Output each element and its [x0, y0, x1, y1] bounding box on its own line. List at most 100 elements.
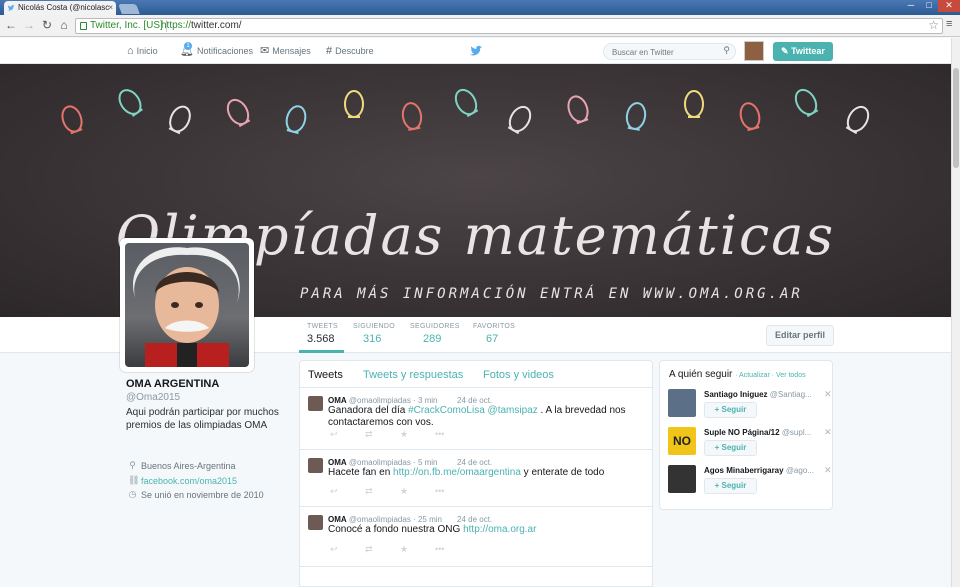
edit-profile-button[interactable]: Editar perfil: [766, 325, 834, 346]
ev-certificate-badge[interactable]: Twitter, Inc. [US]: [78, 20, 167, 32]
active-stat-indicator: [299, 350, 344, 353]
tweet-hashtag-link[interactable]: #CrackComoLisa: [408, 405, 485, 416]
suggested-user-display-name: Santiago Iniguez: [704, 390, 768, 399]
browser-menu-icon[interactable]: ≡: [946, 18, 956, 30]
tweet-item[interactable]: OMA @omaolimpiadas · 25 min 24 de oct. C…: [300, 507, 652, 567]
stat-following[interactable]: SIGUIENDO 316: [353, 323, 395, 345]
stat-tweets[interactable]: TWEETS 3.568: [307, 323, 338, 345]
home-page-icon[interactable]: ⌂: [57, 18, 71, 32]
scrollbar-thumb[interactable]: [953, 68, 959, 168]
url-text[interactable]: https://twitter.com/: [161, 19, 242, 33]
search-input[interactable]: [612, 46, 717, 58]
forward-icon[interactable]: →: [22, 18, 36, 32]
tweet-avatar[interactable]: [308, 515, 323, 530]
hash-icon: #: [326, 45, 333, 57]
account-avatar[interactable]: [744, 41, 764, 61]
reply-icon[interactable]: ↩: [330, 486, 365, 497]
page-scrollbar[interactable]: [951, 38, 960, 587]
tweet-date[interactable]: 24 de oct.: [457, 396, 492, 405]
profile-website[interactable]: ⛓ facebook.com/oma2015: [128, 475, 237, 486]
nav-messages[interactable]: ✉ Mensajes: [260, 38, 311, 64]
profile-handle[interactable]: @Oma2015: [126, 392, 180, 403]
nav-discover-label: Descubre: [335, 46, 374, 56]
tweet-avatar[interactable]: [308, 458, 323, 473]
favorite-star-icon[interactable]: ★: [400, 429, 435, 440]
stat-following-label: SIGUIENDO: [353, 323, 395, 330]
tweet-date[interactable]: 24 de oct.: [457, 515, 492, 524]
twitter-logo-icon[interactable]: [468, 44, 484, 58]
follow-button-label: Seguir: [721, 443, 747, 452]
favorite-star-icon[interactable]: ★: [400, 544, 435, 555]
stat-favorites-label: FAVORITOS: [473, 323, 516, 330]
minimize-icon[interactable]: ─: [902, 0, 920, 12]
stat-followers[interactable]: SEGUIDORES 289: [410, 323, 460, 345]
reply-icon[interactable]: ↩: [330, 544, 365, 555]
reply-icon[interactable]: ↩: [330, 429, 365, 440]
suggested-user-name[interactable]: Santiago Iniguez @Santiag...: [704, 390, 816, 399]
tweet-url-link[interactable]: http://oma.org.ar: [463, 524, 536, 535]
follow-button[interactable]: + Seguir: [704, 402, 757, 418]
address-bar[interactable]: Twitter, Inc. [US] https://twitter.com/ …: [75, 18, 943, 34]
tweet-compose-button[interactable]: ✎ Twittear: [773, 42, 833, 61]
more-icon[interactable]: •••: [435, 544, 470, 555]
twitter-topbar: ⌂ Inicio 🔔︎ Notificaciones 1 ✉ Mensajes …: [0, 38, 960, 64]
browser-tab[interactable]: Nicolás Costa (@nicolasc ×: [4, 1, 116, 15]
suggested-user[interactable]: Santiago Iniguez @Santiag... ✕ + Seguir: [668, 389, 832, 425]
reload-icon[interactable]: ↻: [40, 18, 54, 32]
tweet-avatar[interactable]: [308, 396, 323, 411]
stat-following-value: 316: [363, 333, 382, 345]
tweet-handle-time[interactable]: @omaolimpiadas · 3 min: [349, 396, 438, 405]
profile-avatar[interactable]: [120, 238, 254, 372]
search-icon[interactable]: ⚲: [723, 45, 730, 56]
retweet-icon[interactable]: ⇄: [365, 544, 400, 555]
retweet-icon[interactable]: ⇄: [365, 429, 400, 440]
suggested-user[interactable]: NO Suple NO Página/12 @supl... ✕ + Segui…: [668, 427, 832, 463]
tweet-handle-time[interactable]: @omaolimpiadas · 5 min: [349, 458, 438, 467]
more-icon[interactable]: •••: [435, 429, 470, 440]
profile-website-text[interactable]: facebook.com/oma2015: [141, 476, 237, 486]
nav-notifications[interactable]: 🔔︎ Notificaciones: [180, 38, 253, 64]
retweet-icon[interactable]: ⇄: [365, 486, 400, 497]
suggested-user-avatar[interactable]: [668, 389, 696, 417]
browser-tab-strip: Nicolás Costa (@nicolasc × ─ □ ✕: [0, 0, 960, 15]
tweet-item[interactable]: OMA @omaolimpiadas · 5 min 24 de oct. Ha…: [300, 450, 652, 507]
suggested-user[interactable]: Agos Minaberrigaray @ago... ✕ + Seguir: [668, 465, 832, 501]
follow-button[interactable]: + Seguir: [704, 478, 757, 494]
dismiss-icon[interactable]: ✕: [824, 427, 832, 438]
tweet-date[interactable]: 24 de oct.: [457, 458, 492, 467]
favorite-star-icon[interactable]: ★: [400, 486, 435, 497]
suggested-user-avatar[interactable]: [668, 465, 696, 493]
tweet-author-name[interactable]: OMA: [328, 396, 347, 405]
window-close-icon[interactable]: ✕: [938, 0, 960, 12]
back-icon[interactable]: ←: [4, 18, 18, 32]
suggested-user-avatar[interactable]: NO: [668, 427, 696, 455]
dismiss-icon[interactable]: ✕: [824, 465, 832, 476]
stat-favorites[interactable]: FAVORITOS 67: [473, 323, 515, 345]
tweet-author-name[interactable]: OMA: [328, 458, 347, 467]
search-box[interactable]: ⚲: [603, 43, 736, 60]
who-to-follow-links[interactable]: · Actualizar · Ver todos: [735, 372, 805, 379]
tweet-url-link[interactable]: http://on.fb.me/omaargentina: [393, 467, 521, 478]
tweet-mention-link[interactable]: @tamsipaz: [488, 405, 538, 416]
nav-home[interactable]: ⌂ Inicio: [127, 38, 158, 64]
tweet-handle-time[interactable]: @omaolimpiadas · 25 min: [349, 515, 442, 524]
bookmark-star-icon[interactable]: ☆: [928, 18, 939, 32]
nav-discover[interactable]: # Descubre: [326, 38, 374, 64]
tab-photos-videos[interactable]: Fotos y videos: [483, 369, 554, 381]
more-icon[interactable]: •••: [435, 486, 470, 497]
browser-tab-title: Nicolás Costa (@nicolasc: [18, 3, 110, 12]
envelope-icon: ✉: [260, 45, 270, 57]
suggested-user-display-name: Suple NO Página/12: [704, 428, 780, 437]
maximize-icon[interactable]: □: [920, 0, 938, 12]
suggested-user-name[interactable]: Suple NO Página/12 @supl...: [704, 428, 816, 437]
tab-tweets-replies[interactable]: Tweets y respuestas: [363, 369, 463, 381]
tweet-item[interactable]: OMA @omaolimpiadas · 3 min 24 de oct. Ga…: [300, 388, 652, 450]
new-tab-button[interactable]: [118, 4, 140, 14]
tab-tweets[interactable]: Tweets: [308, 369, 343, 381]
dismiss-icon[interactable]: ✕: [824, 389, 832, 400]
tweet-author-name[interactable]: OMA: [328, 515, 347, 524]
url-host: twitter.com/: [191, 20, 242, 31]
suggested-user-name[interactable]: Agos Minaberrigaray @ago...: [704, 466, 816, 475]
tab-close-icon[interactable]: ×: [108, 1, 113, 15]
follow-button[interactable]: + Seguir: [704, 440, 757, 456]
